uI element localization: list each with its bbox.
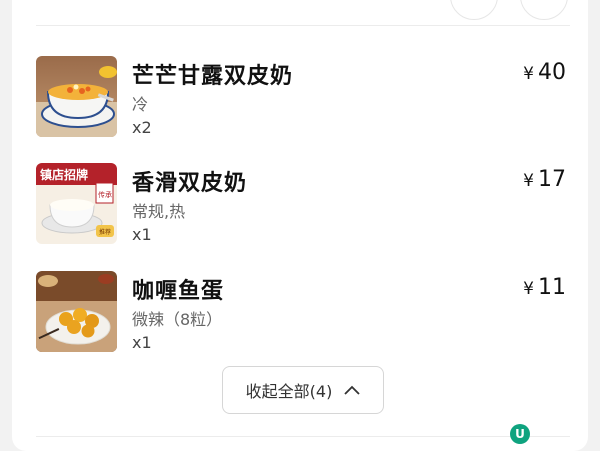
item-quantity: x1	[132, 225, 152, 244]
item-name: 芒芒甘露双皮奶	[132, 64, 294, 89]
order-item[interactable]: 咖喱鱼蛋 微辣（8粒） x1 ¥11	[36, 271, 570, 355]
item-quantity: x2	[132, 118, 152, 137]
item-spec: 冷	[132, 95, 149, 114]
brand-logo-icon: U	[510, 424, 530, 444]
top-action-button-right[interactable]	[520, 0, 568, 20]
order-item[interactable]: 镇店招牌 传承 推荐 香滑双皮奶 常规,热 x1 ¥17	[36, 163, 570, 247]
item-thumbnail-curry-fish-balls	[36, 271, 117, 352]
top-action-button-left[interactable]	[450, 0, 498, 20]
collapse-all-button[interactable]: 收起全部(4)	[222, 366, 384, 414]
currency-symbol: ¥	[523, 279, 534, 299]
chevron-up-icon	[344, 385, 360, 395]
tag-text: 传承	[98, 190, 112, 199]
item-spec: 微辣（8粒）	[132, 310, 223, 329]
order-card: 芒芒甘露双皮奶 冷 x2 ¥40 镇店招牌 传承 推荐 香滑双皮奶 常规,热 x…	[12, 0, 588, 451]
collapse-all-label: 收起全部(4)	[245, 382, 333, 401]
bottom-divider	[36, 436, 570, 437]
top-divider	[36, 25, 570, 26]
item-name: 咖喱鱼蛋	[132, 279, 225, 304]
item-spec: 常规,热	[132, 202, 186, 221]
price-value: 17	[538, 167, 566, 192]
item-price: ¥11	[523, 275, 566, 300]
price-value: 11	[538, 275, 566, 300]
currency-symbol: ¥	[523, 64, 534, 84]
item-name: 香滑双皮奶	[132, 171, 248, 196]
currency-symbol: ¥	[523, 171, 534, 191]
label-text: 推荐	[99, 228, 111, 236]
item-price: ¥40	[523, 60, 566, 85]
item-thumbnail-mango-pudding	[36, 56, 117, 137]
item-price: ¥17	[523, 167, 566, 192]
price-value: 40	[538, 60, 566, 85]
order-item[interactable]: 芒芒甘露双皮奶 冷 x2 ¥40	[36, 56, 570, 140]
item-quantity: x1	[132, 333, 152, 352]
badge-text: 镇店招牌	[40, 167, 88, 182]
item-thumbnail-milk-pudding: 镇店招牌 传承 推荐	[36, 163, 117, 244]
